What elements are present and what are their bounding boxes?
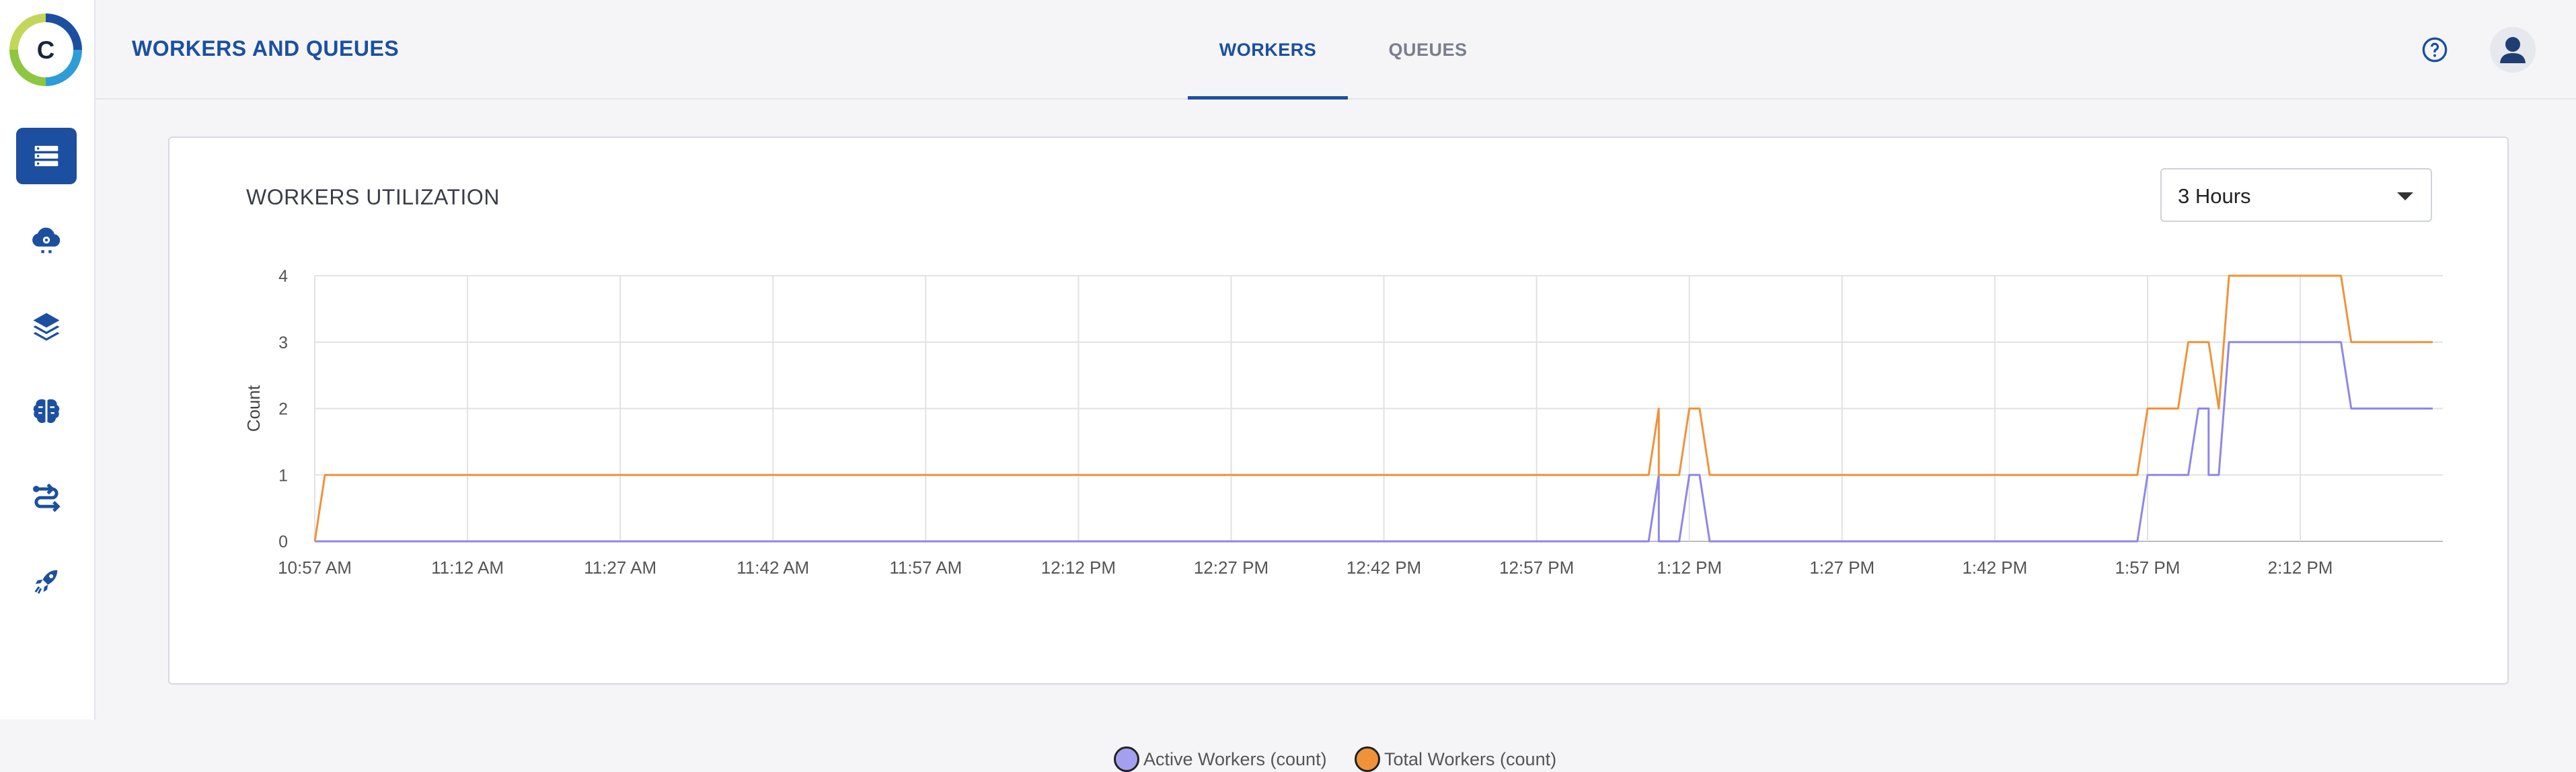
tab-queues-label: QUEUES <box>1388 39 1468 60</box>
x-tick-label: 11:27 AM <box>584 557 656 578</box>
x-tick-label: 12:57 PM <box>1499 557 1574 578</box>
legend-swatch-total <box>1355 746 1380 772</box>
page-title: WORKERS AND QUEUES <box>132 36 400 61</box>
sidebar-item-pipelines[interactable] <box>16 468 77 525</box>
pipelines-icon <box>33 483 61 512</box>
y-tick-label: 3 <box>278 334 288 352</box>
user-avatar-icon[interactable] <box>2490 27 2536 73</box>
tab-workers-label: WORKERS <box>1219 39 1317 60</box>
x-tick-label: 12:27 PM <box>1194 557 1268 578</box>
legend-item-total[interactable]: Total Workers (count) <box>1355 746 1556 772</box>
workers-queues-icon <box>34 145 59 167</box>
x-tick-label: 1:42 PM <box>1962 557 2027 578</box>
x-tick-label: 1:57 PM <box>2115 557 2181 578</box>
x-tick-label: 2:12 PM <box>2268 557 2333 578</box>
tab-queues[interactable]: QUEUES <box>1348 0 1508 100</box>
y-axis-label: Count <box>243 385 264 432</box>
sidebar-item-workers-queues[interactable] <box>16 128 77 184</box>
brain-icon <box>33 399 60 424</box>
help-icon[interactable] <box>2420 35 2450 65</box>
x-tick-label: 12:12 PM <box>1041 557 1116 578</box>
series-active-workers-line <box>315 341 2433 543</box>
workers-utilization-card: WORKERS UTILIZATION 3 Hours 0 1 2 3 4 10:57 A… <box>168 137 2509 772</box>
x-tick-label: 11:42 AM <box>736 557 809 578</box>
legend-item-active[interactable]: Active Workers (count) <box>1114 746 1327 772</box>
y-tick-label: 1 <box>278 466 288 485</box>
legend-swatch-active <box>1114 746 1139 772</box>
top-header: WORKERS AND QUEUES WORKERS QUEUES <box>96 0 2576 100</box>
x-tick-label: 11:12 AM <box>431 557 504 578</box>
x-tick-label: 12:42 PM <box>1347 557 1421 578</box>
x-tick-label: 11:57 AM <box>889 557 962 578</box>
y-tick-label: 0 <box>278 533 288 551</box>
sidebar-item-datasets[interactable] <box>16 298 77 354</box>
y-tick-label: 2 <box>278 400 288 419</box>
sidebar-item-models[interactable] <box>16 383 77 440</box>
x-tick-label: 1:27 PM <box>1809 557 1874 578</box>
legend-label-total: Total Workers (count) <box>1384 748 1557 769</box>
cloud-gear-icon <box>32 227 61 254</box>
svg-text:C: C <box>37 36 55 64</box>
sidebar: C <box>0 0 96 720</box>
y-tick-label: 4 <box>278 267 288 286</box>
tab-active-indicator <box>1188 96 1348 100</box>
app-logo-icon[interactable]: C <box>9 13 82 86</box>
layers-icon <box>33 313 60 341</box>
sidebar-item-deploy[interactable] <box>16 553 77 609</box>
sidebar-item-orchestration[interactable] <box>16 213 77 269</box>
tab-workers[interactable]: WORKERS <box>1188 0 1348 100</box>
x-tick-label: 10:57 AM <box>278 557 352 578</box>
workers-utilization-chart: 0 1 2 3 4 10:57 AM 11:12 AM 11:27 AM 11:42 AM 11:… <box>243 267 2443 578</box>
x-tick-label: 1:12 PM <box>1657 557 1722 578</box>
legend-label-active: Active Workers (count) <box>1143 748 1327 769</box>
rocket-icon <box>34 570 58 594</box>
